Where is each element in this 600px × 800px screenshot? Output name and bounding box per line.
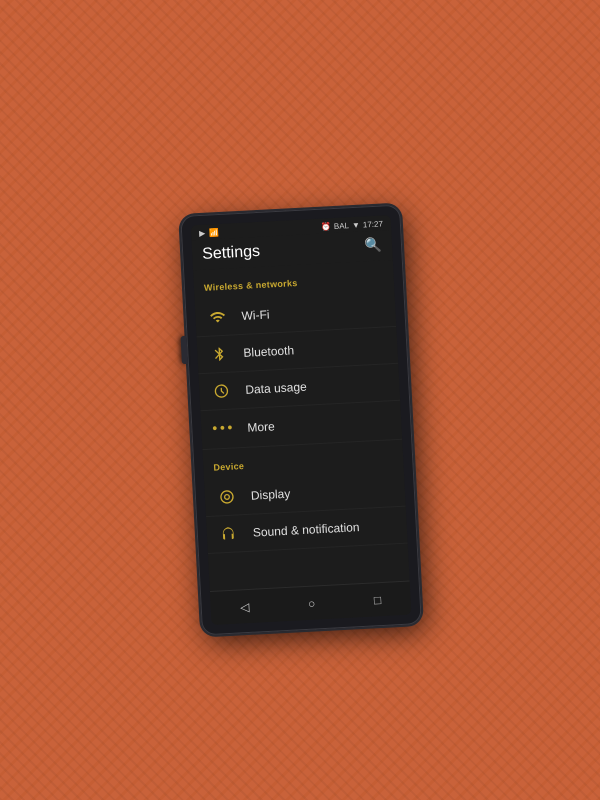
more-label: More [247,419,275,434]
section-label-device: Device [213,461,244,473]
status-right-info: ⏰ BAL ▼ 17:27 [321,219,383,231]
media-status-icon: ▶ [199,229,206,238]
sound-icon [217,525,242,542]
sound-label: Sound & notification [253,520,360,540]
data-usage-label: Data usage [245,380,307,397]
phone-device: ▶ 📶 ⏰ BAL ▼ 17:27 Settings 🔍 Wireless & … [180,205,422,636]
battery-label: BAL [334,221,350,231]
home-button[interactable]: ○ [298,594,326,614]
recent-button[interactable]: □ [363,591,391,611]
data-usage-icon [209,382,234,399]
phone-screen: ▶ 📶 ⏰ BAL ▼ 17:27 Settings 🔍 Wireless & … [191,215,412,625]
bluetooth-icon [207,346,232,363]
back-button[interactable]: ◁ [230,597,260,618]
section-label-wireless: Wireless & networks [204,278,298,293]
search-button[interactable]: 🔍 [364,237,382,255]
page-title: Settings [202,243,261,264]
bluetooth-label: Bluetooth [243,343,294,360]
display-label: Display [251,487,291,503]
status-left-icons: ▶ 📶 [199,228,220,238]
side-button[interactable] [180,336,187,364]
display-icon [215,488,240,505]
more-icon: ••• [211,419,236,438]
wifi-label: Wi-Fi [241,307,270,322]
alarm-icon: ⏰ [321,222,331,232]
signal-icon: ▼ [352,221,360,230]
settings-list: Wireless & networks Wi-Fi Bluetoot [193,260,410,591]
sim-status-icon: 📶 [209,228,219,238]
time-display: 17:27 [363,219,383,229]
wifi-icon [205,309,230,326]
